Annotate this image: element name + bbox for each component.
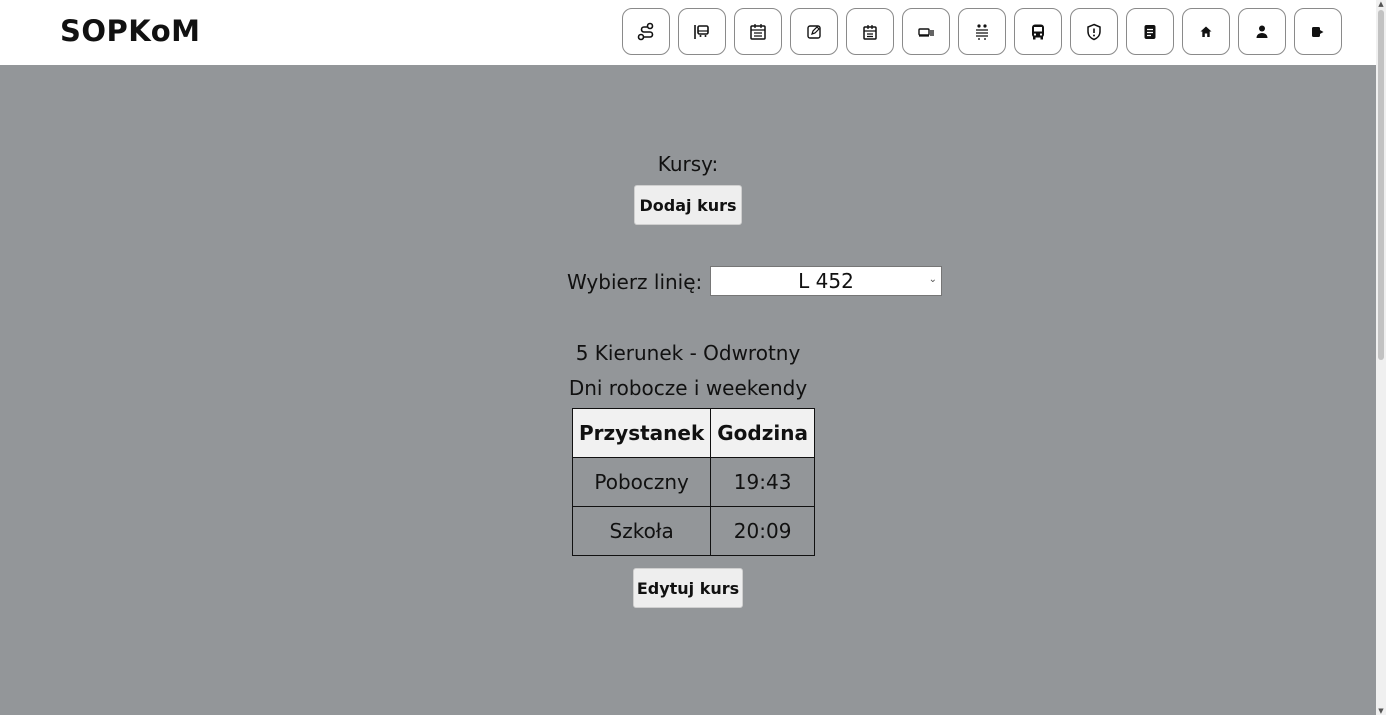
column-header-stop: Przystanek [571, 408, 712, 458]
table-row: Szkoła 20:09 [571, 506, 815, 556]
days-label: Dni robocze i weekendy [568, 376, 808, 400]
page-scrollbar[interactable]: ▲ ▼ [1376, 0, 1386, 715]
nav-icon-bar [622, 8, 1342, 55]
route-icon [637, 22, 654, 40]
nav-shield-button[interactable] [1070, 8, 1118, 55]
time-cell: 19:43 [710, 457, 815, 507]
nav-document-button[interactable] [1126, 8, 1174, 55]
scroll-down-arrow-icon[interactable]: ▼ [1377, 707, 1385, 715]
nav-edit-button[interactable] [790, 8, 838, 55]
page-title: Kursy: [657, 152, 719, 176]
add-course-button[interactable]: Dodaj kurs [634, 185, 742, 225]
edit-icon [807, 24, 821, 39]
direction-label: 5 Kierunek - Odwrotny [575, 341, 801, 365]
people-icon [976, 23, 988, 40]
nav-vehicle-depot-button[interactable] [902, 8, 950, 55]
document-icon [1144, 24, 1156, 39]
line-select-value: L 452 [798, 269, 854, 293]
calendar-icon [750, 23, 766, 40]
home-icon [1200, 26, 1212, 37]
bus-stop-icon [694, 24, 709, 39]
schedule-icon [863, 24, 877, 40]
scroll-up-arrow-icon[interactable]: ▲ [1377, 0, 1385, 8]
stop-cell: Szkoła [571, 506, 712, 556]
user-icon [1256, 25, 1268, 38]
schedule-table: Przystanek Godzina Poboczny 19:43 Szkoła… [571, 408, 815, 556]
main-content: Kursy: Dodaj kurs Wybierz linię: L 452 ⌄… [0, 65, 1376, 715]
edit-course-button[interactable]: Edytuj kurs [633, 568, 743, 608]
app-logo[interactable]: SOPKoM [60, 14, 201, 48]
nav-bus-button[interactable] [1014, 8, 1062, 55]
nav-user-button[interactable] [1238, 8, 1286, 55]
bus-icon [1032, 24, 1044, 39]
nav-calendar-button[interactable] [734, 8, 782, 55]
nav-logout-button[interactable] [1294, 8, 1342, 55]
top-navbar: SOPKoM [0, 0, 1376, 65]
time-cell: 20:09 [710, 506, 815, 556]
stop-cell: Poboczny [571, 457, 712, 507]
nav-route-button[interactable] [622, 8, 670, 55]
scrollbar-thumb[interactable] [1378, 10, 1384, 360]
table-row: Poboczny 19:43 [571, 457, 815, 507]
nav-home-button[interactable] [1182, 8, 1230, 55]
shield-icon [1087, 23, 1101, 40]
table-header-row: Przystanek Godzina [571, 408, 815, 458]
vehicle-depot-icon [918, 27, 934, 37]
nav-schedule-button[interactable] [846, 8, 894, 55]
line-select[interactable]: L 452 ⌄ [710, 266, 942, 296]
nav-bus-stop-button[interactable] [678, 8, 726, 55]
logout-icon [1312, 26, 1324, 37]
line-select-label: Wybierz linię: [567, 270, 703, 294]
nav-people-button[interactable] [958, 8, 1006, 55]
chevron-down-icon: ⌄ [928, 274, 937, 285]
column-header-time: Godzina [710, 408, 815, 458]
